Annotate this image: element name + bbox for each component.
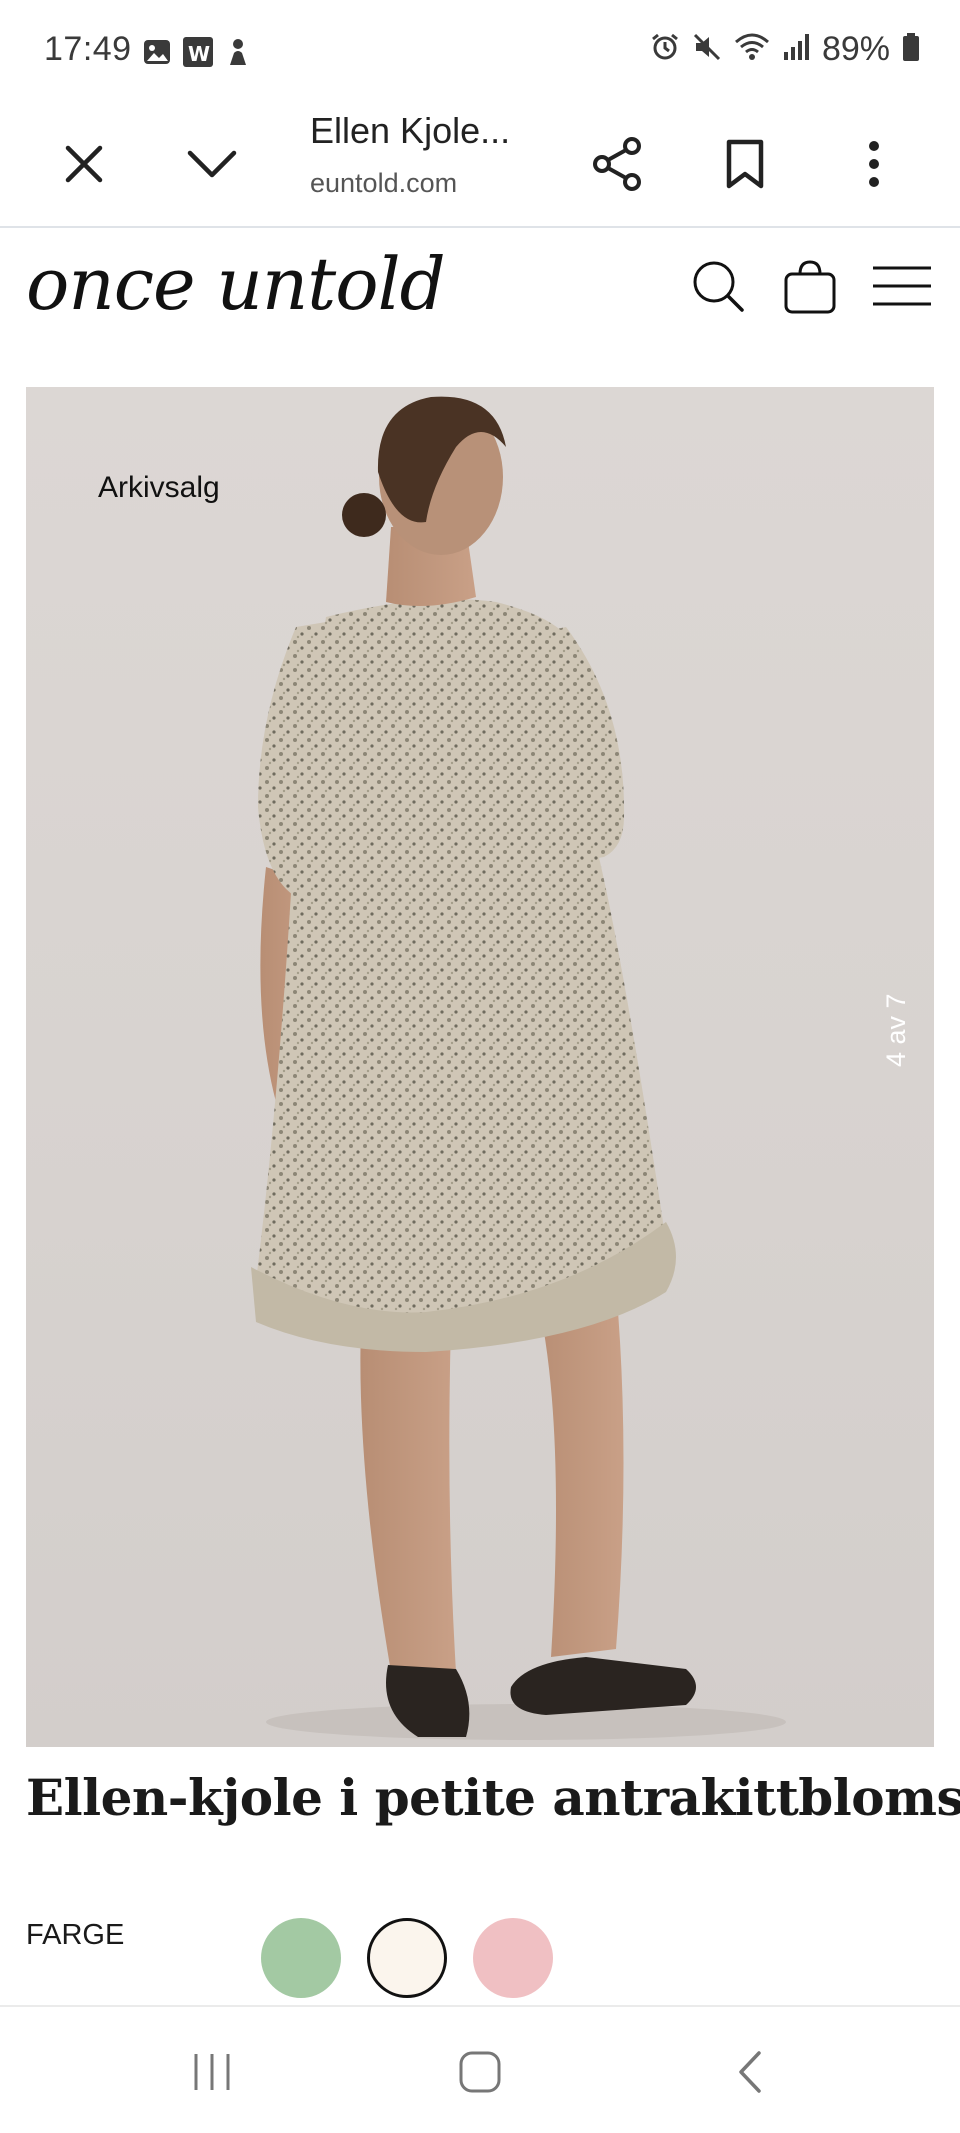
status-right-icons: 89% bbox=[650, 30, 920, 69]
site-logo[interactable]: once untold bbox=[26, 242, 446, 326]
product-image[interactable]: Arkivsalg 4 av 7 bbox=[26, 387, 934, 1747]
battery-icon bbox=[902, 32, 920, 67]
activity-icon bbox=[224, 37, 252, 72]
product-badge: Arkivsalg bbox=[98, 471, 220, 504]
slide-counter: 4 av 7 bbox=[881, 993, 911, 1067]
browser-url[interactable]: euntold.com bbox=[310, 168, 457, 199]
signal-icon bbox=[782, 32, 810, 67]
back-icon[interactable] bbox=[710, 2037, 790, 2107]
navigation-bar bbox=[0, 2005, 960, 2133]
browser-toolbar: Ellen Kjole... euntold.com bbox=[0, 100, 960, 228]
home-icon[interactable] bbox=[440, 2037, 520, 2107]
recent-apps-icon[interactable] bbox=[172, 2037, 252, 2107]
bag-icon[interactable] bbox=[774, 250, 846, 322]
search-icon[interactable] bbox=[682, 250, 754, 322]
share-icon[interactable] bbox=[576, 122, 660, 206]
color-swatch[interactable] bbox=[367, 1918, 447, 1998]
battery-percent: 89% bbox=[821, 30, 890, 68]
svg-text:W: W bbox=[188, 42, 210, 66]
color-swatch[interactable] bbox=[261, 1918, 341, 1998]
status-left-icons: W bbox=[142, 36, 252, 73]
browser-page-title[interactable]: Ellen Kjole... bbox=[310, 106, 510, 156]
close-icon[interactable] bbox=[42, 122, 126, 206]
app-badge-icon: W bbox=[182, 36, 214, 73]
alarm-icon bbox=[650, 32, 680, 67]
model-photo bbox=[251, 396, 786, 1740]
site-header: once untold bbox=[0, 230, 960, 350]
more-vert-icon[interactable] bbox=[832, 122, 916, 206]
status-bar: 17:49 W 89% bbox=[0, 0, 960, 100]
chevron-down-icon[interactable] bbox=[170, 122, 254, 206]
bookmark-icon[interactable] bbox=[703, 122, 787, 206]
color-swatch[interactable] bbox=[473, 1918, 553, 1998]
gallery-icon bbox=[142, 37, 172, 72]
menu-icon[interactable] bbox=[866, 250, 938, 322]
product-title: Ellen-kjole i petite antrakittblomst bbox=[26, 1768, 960, 1827]
status-time: 17:49 bbox=[44, 30, 132, 68]
wifi-icon bbox=[734, 32, 770, 67]
mute-icon bbox=[692, 32, 722, 67]
color-label: FARGE bbox=[26, 1919, 125, 1951]
